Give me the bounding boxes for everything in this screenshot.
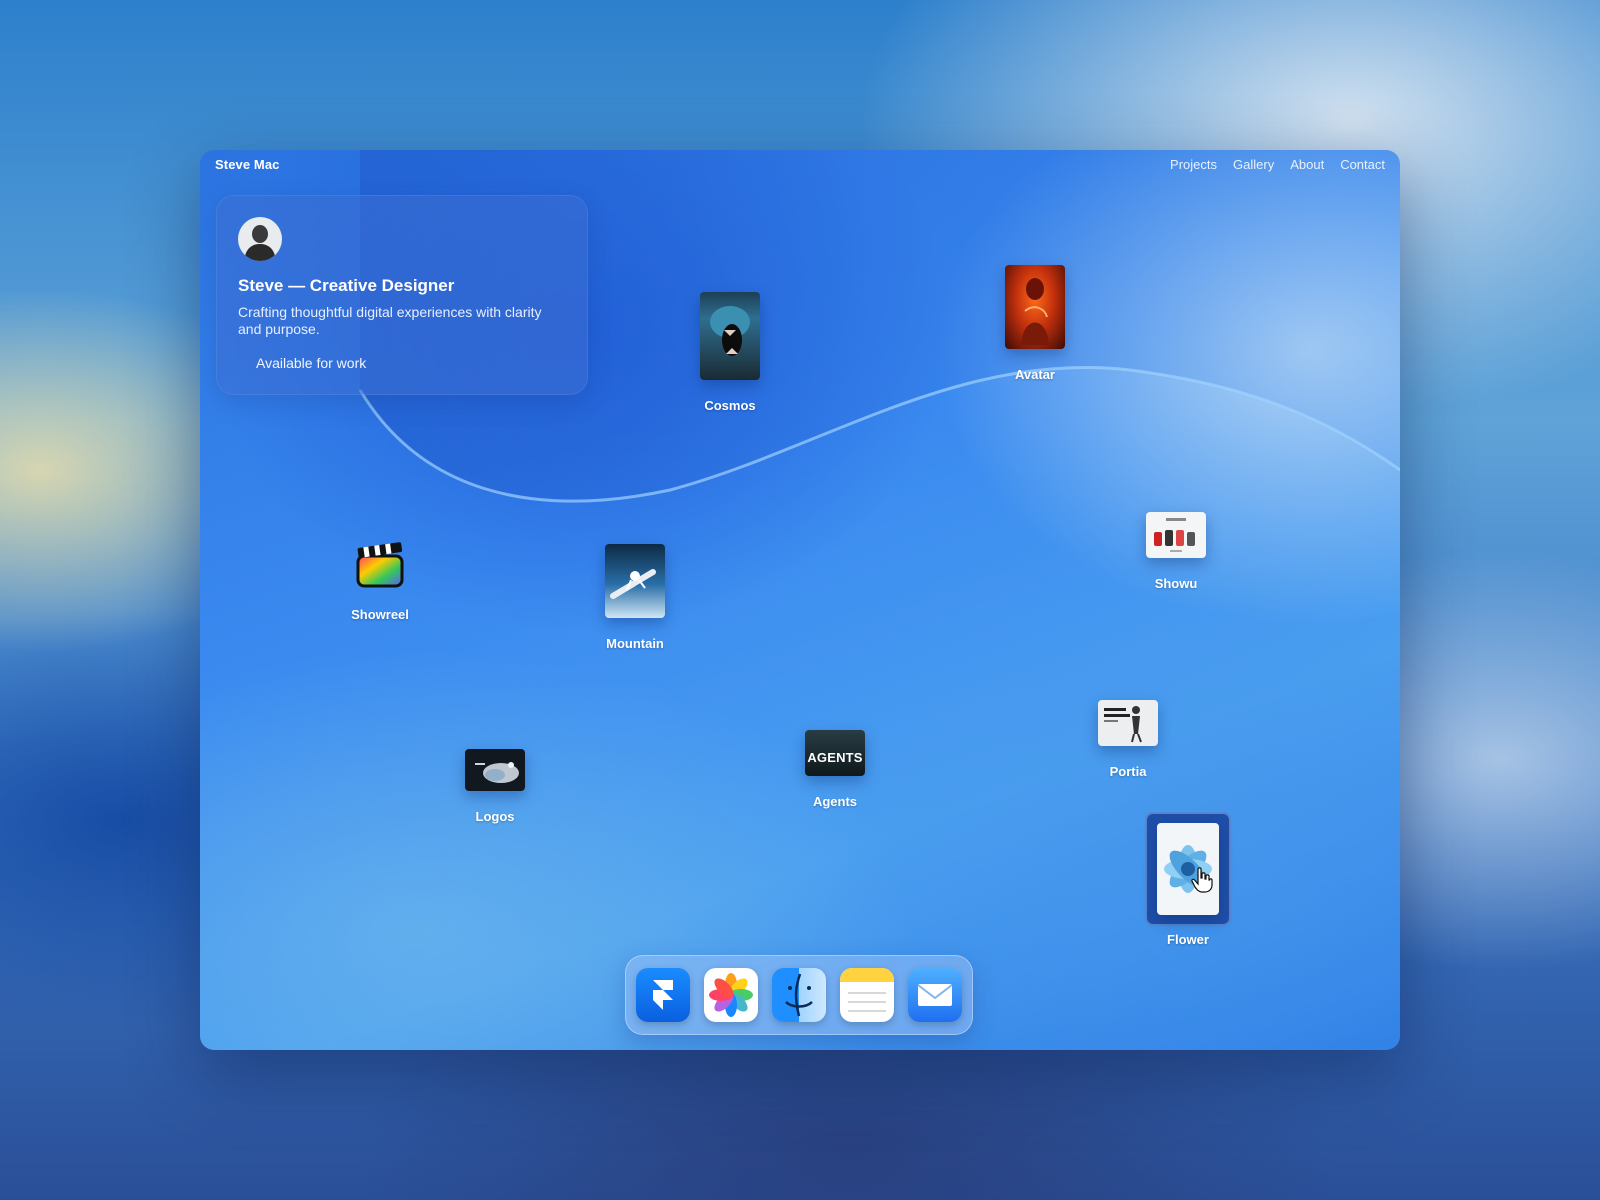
desktop-item-logos[interactable]: Logos: [445, 749, 545, 824]
nav-about[interactable]: About: [1290, 157, 1324, 172]
nav-contact[interactable]: Contact: [1340, 157, 1385, 172]
nav-projects[interactable]: Projects: [1170, 157, 1217, 172]
desktop-item-portia[interactable]: Portia: [1078, 700, 1178, 779]
cosmos-thumbnail: [700, 292, 760, 380]
top-nav: Projects Gallery About Contact: [1170, 157, 1385, 172]
desktop-item-agents[interactable]: AGENTS Agents: [785, 730, 885, 809]
profile-description: Crafting thoughtful digital experiences …: [238, 304, 542, 337]
desktop-item-showreel[interactable]: Showreel: [330, 539, 430, 622]
desktop-window: Steve Mac Projects Gallery About Contact…: [200, 150, 1400, 1050]
agents-thumbnail-text: AGENTS: [807, 749, 863, 765]
desktop-item-label: Agents: [812, 794, 858, 809]
availability-status: Available for work: [238, 355, 366, 371]
mail-app-icon[interactable]: [908, 968, 962, 1022]
finder-app-icon[interactable]: [772, 968, 826, 1022]
framer-app-icon[interactable]: [636, 968, 690, 1022]
desktop-item-mountain[interactable]: Mountain: [585, 544, 685, 651]
status-text: Available for work: [256, 355, 367, 371]
desktop-item-label: Avatar: [1015, 367, 1055, 382]
dock: [625, 955, 973, 1035]
desktop-item-label: Logos: [475, 809, 515, 824]
desktop-item-label: Cosmos: [704, 398, 756, 413]
profile-card: Steve — Creative Designer Crafting thoug…: [216, 195, 588, 395]
selection-frame: [1145, 812, 1231, 926]
desktop-item-label: Showu: [1154, 576, 1198, 591]
profile-title: Steve — Creative Designer: [238, 276, 455, 295]
photos-app-icon[interactable]: [704, 968, 758, 1022]
showu-thumbnail: [1146, 512, 1206, 558]
logos-thumbnail: [465, 749, 525, 791]
top-bar: Steve Mac Projects Gallery About Contact: [200, 150, 1400, 182]
desktop-item-avatar[interactable]: Avatar: [985, 265, 1085, 382]
desktop-item-label: Mountain: [606, 636, 664, 651]
clapperboard-icon: [355, 539, 405, 589]
desktop-item-label: Portia: [1109, 764, 1147, 779]
avatar: [238, 217, 282, 261]
notes-app-icon[interactable]: [840, 968, 894, 1022]
agents-thumbnail: AGENTS: [805, 730, 865, 776]
avatar-thumbnail: [1005, 265, 1065, 349]
desktop-item-showu[interactable]: Showu: [1126, 512, 1226, 591]
mountain-thumbnail: [605, 544, 665, 618]
desktop-item-flower[interactable]: Flower: [1138, 812, 1238, 947]
portia-thumbnail: [1098, 700, 1158, 746]
status-dot-icon: [238, 358, 248, 368]
desktop-item-label: Showreel: [351, 607, 409, 622]
hand-cursor-icon: [1191, 867, 1213, 893]
site-brand[interactable]: Steve Mac: [215, 157, 280, 172]
nav-gallery[interactable]: Gallery: [1233, 157, 1274, 172]
desktop-item-label: Flower: [1167, 932, 1209, 947]
desktop-item-cosmos[interactable]: Cosmos: [680, 292, 780, 413]
